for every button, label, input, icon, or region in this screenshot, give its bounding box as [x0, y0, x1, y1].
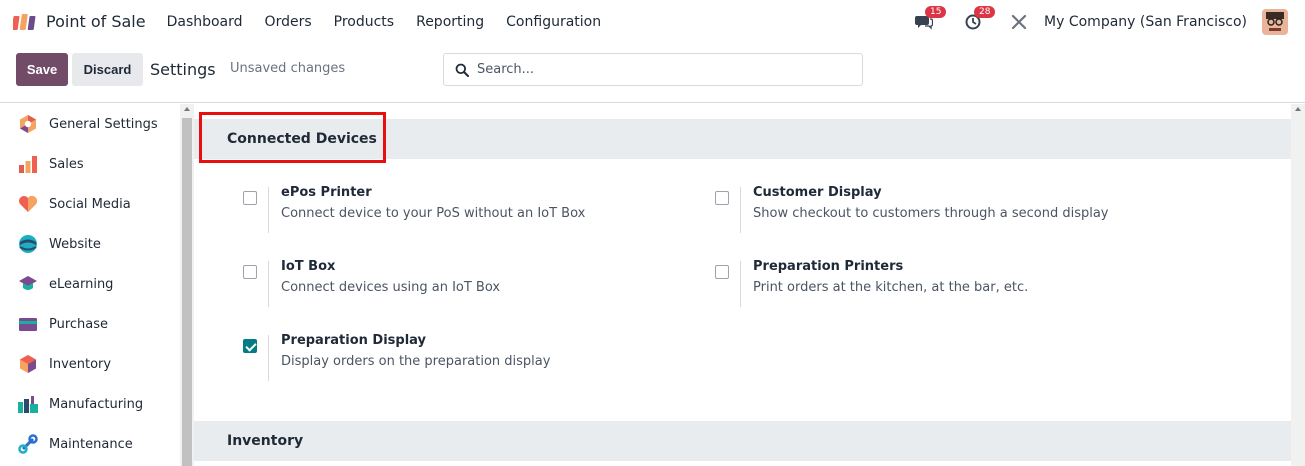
- app-name[interactable]: Point of Sale: [46, 12, 146, 31]
- sidebar-item-label: Manufacturing: [49, 396, 144, 412]
- sidebar-item-label: Website: [49, 236, 101, 252]
- setting-description: Print orders at the kitchen, at the bar,…: [753, 280, 1029, 295]
- messages-badge: 15: [925, 5, 947, 18]
- sidebar-item-label: Social Media: [49, 196, 131, 212]
- scroll-up-icon[interactable]: [184, 107, 190, 111]
- sidebar-item-manufacturing[interactable]: Manufacturing: [0, 384, 180, 424]
- setting-title: Preparation Display: [281, 333, 426, 348]
- sidebar-item-inventory[interactable]: Inventory: [0, 344, 180, 384]
- setting-title: ePos Printer: [281, 185, 372, 200]
- scrollbar-thumb[interactable]: [182, 118, 192, 466]
- manufacturing-icon: [17, 393, 39, 415]
- sales-icon: [17, 153, 39, 175]
- menu-dashboard[interactable]: Dashboard: [167, 14, 243, 30]
- setting-description: Show checkout to customers through a sec…: [753, 206, 1109, 221]
- sidebar-item-elearning[interactable]: eLearning: [0, 264, 180, 304]
- purchase-icon: [17, 313, 39, 335]
- setting-title: IoT Box: [281, 259, 336, 274]
- setting-description: Connect devices using an IoT Box: [281, 280, 501, 295]
- setting-preparation-printers: Preparation Printers Print orders at the…: [715, 259, 1185, 311]
- discard-button[interactable]: Discard: [72, 53, 143, 86]
- sidebar-item-label: Maintenance: [49, 436, 133, 452]
- setting-description: Connect device to your PoS without an Io…: [281, 206, 586, 221]
- sidebar-item-label: eLearning: [49, 276, 114, 292]
- settings-content: Connected Devices ePos Printer Connect d…: [194, 104, 1291, 466]
- sidebar-item-general-settings[interactable]: General Settings: [0, 104, 180, 144]
- page-title: Settings: [150, 60, 216, 79]
- sidebar-item-label: Inventory: [49, 356, 112, 372]
- website-icon: [17, 233, 39, 255]
- sidebar-item-purchase[interactable]: Purchase: [0, 304, 180, 344]
- content-scrollbar[interactable]: [1291, 104, 1305, 466]
- search-bar[interactable]: [443, 53, 863, 86]
- setting-preparation-display: Preparation Display Display orders on th…: [243, 333, 713, 385]
- tools-icon: [1011, 14, 1027, 29]
- setting-description: Display orders on the preparation displa…: [281, 354, 551, 369]
- sidebar-item-label: Purchase: [49, 316, 109, 332]
- activities-button[interactable]: 28: [962, 5, 996, 33]
- menu-configuration[interactable]: Configuration: [506, 14, 601, 30]
- setting-title: Preparation Printers: [753, 259, 904, 274]
- maintenance-icon: [17, 433, 39, 455]
- divider: [268, 261, 269, 307]
- divider: [268, 335, 269, 381]
- company-switcher[interactable]: My Company (San Francisco): [1044, 14, 1247, 30]
- activities-badge: 28: [974, 5, 996, 18]
- scroll-up-icon[interactable]: [1295, 107, 1301, 111]
- sidebar-item-label: General Settings: [49, 116, 158, 132]
- preparation-printers-checkbox[interactable]: [715, 265, 729, 279]
- search-input[interactable]: [477, 62, 857, 77]
- section-title: Inventory: [227, 433, 304, 449]
- search-icon: [455, 63, 469, 77]
- sidebar-item-maintenance[interactable]: Maintenance: [0, 424, 180, 464]
- customer-display-checkbox[interactable]: [715, 191, 729, 205]
- iot-box-checkbox[interactable]: [243, 265, 257, 279]
- section-inventory: Inventory: [194, 421, 1291, 461]
- menu-reporting[interactable]: Reporting: [416, 14, 484, 30]
- setting-iot-box: IoT Box Connect devices using an IoT Box: [243, 259, 713, 311]
- highlight-annotation: [199, 112, 386, 163]
- general-settings-icon: [17, 113, 39, 135]
- user-avatar[interactable]: [1262, 8, 1288, 35]
- sidebar-item-label: Sales: [49, 156, 84, 172]
- menu-orders[interactable]: Orders: [265, 14, 312, 30]
- main-menu: Dashboard Orders Products Reporting Conf…: [167, 14, 624, 30]
- sidebar-scrollbar[interactable]: [180, 104, 194, 466]
- social-media-icon: [17, 193, 39, 215]
- systray: 15 28 My Company (San Francisco): [913, 0, 1305, 43]
- control-panel: Save Discard Settings Unsaved changes: [0, 43, 1305, 103]
- setting-epos-printer: ePos Printer Connect device to your PoS …: [243, 185, 713, 237]
- save-button[interactable]: Save: [16, 53, 68, 86]
- sidebar-item-sales[interactable]: Sales: [0, 144, 180, 184]
- top-navbar: Point of Sale Dashboard Orders Products …: [0, 0, 1305, 43]
- divider: [268, 187, 269, 233]
- setting-customer-display: Customer Display Show checkout to custom…: [715, 185, 1185, 237]
- epos-printer-checkbox[interactable]: [243, 191, 257, 205]
- unsaved-status: Unsaved changes: [230, 61, 346, 76]
- sidebar-item-website[interactable]: Website: [0, 224, 180, 264]
- setting-title: Customer Display: [753, 185, 882, 200]
- divider: [740, 187, 741, 233]
- preparation-display-checkbox[interactable]: [243, 339, 257, 353]
- menu-products[interactable]: Products: [334, 14, 394, 30]
- debug-tools-button[interactable]: [1008, 11, 1030, 33]
- messages-button[interactable]: 15: [913, 5, 947, 33]
- settings-sidebar: General Settings Sales Social Media Webs…: [0, 104, 180, 466]
- elearning-icon: [17, 273, 39, 295]
- inventory-icon: [17, 353, 39, 375]
- divider: [740, 261, 741, 307]
- sidebar-item-social-media[interactable]: Social Media: [0, 184, 180, 224]
- pos-logo-icon[interactable]: [11, 13, 39, 31]
